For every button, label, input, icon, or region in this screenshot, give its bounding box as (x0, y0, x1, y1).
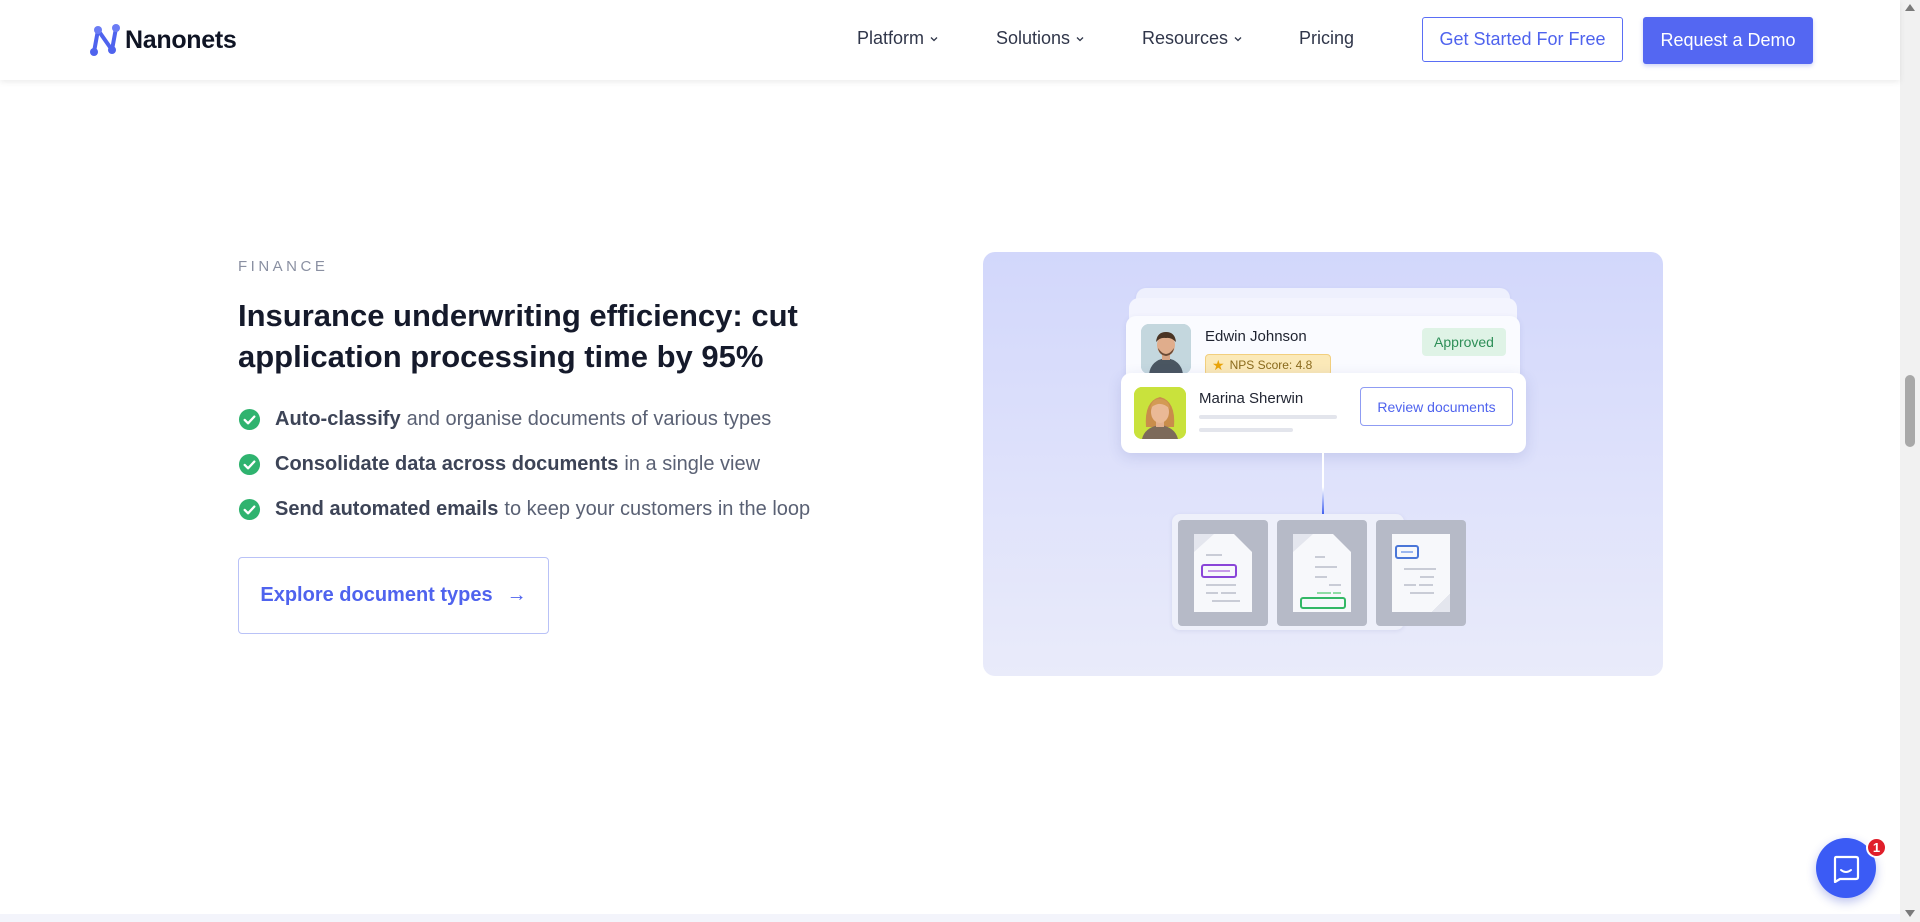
feature-bold: Consolidate data across documents (275, 453, 619, 475)
avatar (1141, 324, 1191, 374)
chevron-down-icon (1076, 36, 1084, 41)
get-started-button[interactable]: Get Started For Free (1422, 17, 1623, 62)
nav-platform-label: Platform (857, 28, 925, 48)
placeholder-line (1199, 415, 1337, 419)
scroll-up-arrow-icon[interactable] (1905, 4, 1915, 11)
nanonets-logo-icon (90, 24, 120, 56)
avatar (1134, 387, 1186, 439)
feature-list: Auto-classify and organise documents of … (238, 397, 810, 532)
nav-solutions[interactable]: Solutions (996, 28, 1085, 49)
document-icon (1293, 534, 1351, 612)
scrollbar-thumb[interactable] (1905, 375, 1915, 447)
notification-badge: 1 (1866, 837, 1887, 858)
section-eyebrow: FINANCE (238, 258, 329, 275)
document-tray (1172, 514, 1466, 630)
nav-solutions-label: Solutions (996, 28, 1071, 48)
star-icon: ★ (1212, 356, 1225, 373)
document-thumbnail (1277, 520, 1367, 626)
check-circle-icon (238, 498, 261, 521)
nav-resources[interactable]: Resources (1142, 28, 1243, 49)
scroll-down-arrow-icon[interactable] (1905, 910, 1915, 917)
placeholder-line (1199, 428, 1293, 432)
section-title: Insurance underwriting efficiency: cut a… (238, 298, 798, 374)
connector-line (1322, 453, 1324, 515)
feature-bold: Auto-classify (275, 408, 401, 430)
document-thumbnail (1178, 520, 1268, 626)
feature-item: Send automated emails to keep your custo… (238, 487, 810, 532)
nav-pricing[interactable]: Pricing (1299, 28, 1354, 49)
chat-icon (1833, 855, 1860, 883)
document-icon (1392, 534, 1450, 612)
logo-text: Nanonets (125, 25, 237, 54)
chevron-down-icon (1234, 36, 1242, 41)
man-portrait-icon (1141, 324, 1191, 374)
next-section-edge (0, 914, 1900, 922)
request-demo-button[interactable]: Request a Demo (1643, 17, 1813, 64)
applicant-name: Edwin Johnson (1205, 328, 1307, 345)
check-circle-icon (238, 408, 261, 431)
explore-document-types-button[interactable]: Explore document types → (238, 557, 549, 634)
arrow-right-icon: → (506, 584, 527, 606)
page-scrollbar[interactable] (1900, 0, 1920, 922)
explore-button-label: Explore document types (260, 584, 493, 606)
document-thumbnail (1376, 520, 1466, 626)
approved-badge: Approved (1422, 328, 1506, 356)
feature-text: and organise documents of various types (406, 408, 772, 430)
feature-item: Consolidate data across documents in a s… (238, 442, 810, 487)
feature-text: to keep your customers in the loop (504, 498, 811, 520)
nps-score-text: NPS Score: 4.8 (1229, 358, 1313, 372)
nav-resources-label: Resources (1142, 28, 1229, 48)
feature-bold: Send automated emails (275, 498, 499, 520)
logo[interactable]: Nanonets (88, 22, 237, 58)
workflow-illustration: Edwin Johnson ★ NPS Score: 4.8 Approved … (983, 252, 1663, 676)
chevron-down-icon (930, 36, 938, 41)
document-icon (1194, 534, 1252, 612)
site-header: Nanonets Platform Solutions Resources Pr… (0, 0, 1900, 80)
nav-platform[interactable]: Platform (857, 28, 939, 49)
nav-pricing-label: Pricing (1299, 28, 1355, 48)
applicant-name: Marina Sherwin (1199, 390, 1304, 407)
review-documents-button: Review documents (1360, 387, 1513, 426)
feature-text: in a single view (624, 453, 761, 475)
check-circle-icon (238, 453, 261, 476)
applicant-card-review: Marina Sherwin Review documents (1121, 373, 1526, 453)
woman-portrait-icon (1134, 387, 1186, 439)
feature-item: Auto-classify and organise documents of … (238, 397, 810, 442)
